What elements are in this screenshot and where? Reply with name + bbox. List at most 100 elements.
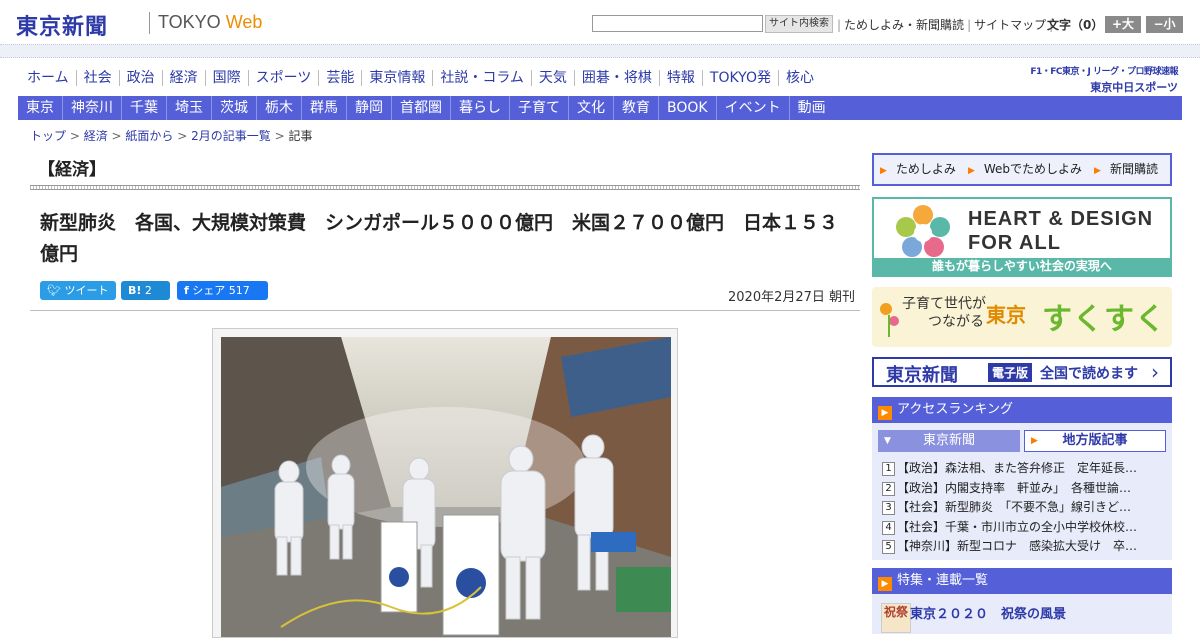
subnav-item[interactable]: 首都圏 [391, 96, 450, 120]
subnav-item[interactable]: 子育て [509, 96, 568, 120]
search-button[interactable]: サイト内検索 [765, 15, 833, 33]
features-header: ▶ 特集・連載一覧 [872, 568, 1172, 594]
subnav-item[interactable]: 教育 [613, 96, 658, 120]
nav-item[interactable]: スポーツ [247, 70, 319, 86]
ranking-tab-local[interactable]: ▶ 地方版記事 [1024, 430, 1166, 452]
rank-number: 2 [882, 481, 895, 496]
heart-design-subtitle: 誰もが暮らしやすい社会の実現へ [874, 258, 1170, 275]
facebook-share-button[interactable]: f シェア 517 [177, 281, 268, 300]
web-trial-link[interactable]: ▶ Webでためしよみ [968, 155, 1094, 186]
subnav-item[interactable]: 東京 [18, 96, 62, 120]
article-photo-frame [212, 328, 678, 638]
breadcrumb-link[interactable]: 2月の記事一覧 [191, 129, 271, 143]
digital-edition-logo: 東京新聞 [886, 365, 958, 386]
article-date: 2020年2月27日 朝刊 [728, 290, 856, 305]
nav-item[interactable]: 政治 [118, 70, 162, 86]
sports-tagline: F1・FC東京・J リーグ・プロ野球速報 [1030, 67, 1178, 77]
nav-item[interactable]: 囲碁・将棋 [573, 70, 659, 86]
nav-item[interactable]: 核心 [777, 70, 821, 86]
tokyo-web-logo[interactable]: TOKYO Web [158, 12, 262, 33]
font-bigger-button[interactable]: +大 [1105, 16, 1141, 33]
subnav-item[interactable]: BOOK [658, 96, 716, 120]
nav-item[interactable]: ホーム [18, 70, 76, 86]
trial-subscribe-link[interactable]: ためしよみ・新聞購読 [844, 16, 964, 33]
subnav-item[interactable]: 神奈川 [62, 96, 121, 120]
breadcrumb-current: 記事 [288, 129, 313, 143]
triangle-right-icon: ▶ [1094, 166, 1101, 176]
chunichi-sports-link[interactable]: F1・FC東京・J リーグ・プロ野球速報 東京中日スポーツ [1022, 64, 1178, 95]
flower-icon [880, 303, 899, 337]
feature-thumbnail[interactable]: 祝祭 [881, 603, 911, 633]
nav-item[interactable]: 東京情報 [361, 70, 432, 86]
subscribe-link[interactable]: ▶ 新聞購読 [1094, 155, 1170, 186]
triangle-right-icon: ▶ [878, 577, 892, 591]
nav-item[interactable]: TOKYO発 [701, 70, 778, 86]
ranking-list: 1 【政治】森法相、また答弁修正 定年延長… 2 【政治】内閣支持率 軒並み」 各種… [882, 459, 1166, 557]
rank-number: 1 [882, 462, 895, 476]
nav-item[interactable]: 特報 [658, 70, 702, 86]
nav-item[interactable]: 天気 [530, 70, 574, 86]
site-logo[interactable]: 東京新聞 [16, 9, 108, 41]
subnav-item[interactable]: 動画 [788, 96, 834, 120]
digital-edition-banner[interactable]: 東京新聞 電子版 全国で読めます › [872, 357, 1172, 387]
heart-design-banner[interactable]: HEART & DESIGN FOR ALL 誰もが暮らしやすい社会の実現へ [872, 197, 1172, 277]
logo-divider [149, 12, 150, 34]
ranking-item[interactable]: 5 【神奈川】新型コロナ 感染拡大受け 卒… [882, 537, 1166, 557]
feature-link[interactable]: 東京２０２０ 祝祭の風景 [910, 603, 1066, 622]
sukusuku-tokyo: 東京 [986, 303, 1026, 327]
font-smaller-button[interactable]: −小 [1146, 16, 1183, 33]
site-header: 東京新聞 TOKYO Web サイト内検索 | ためしよみ・新聞購読 | サイトマップ… [0, 0, 1200, 44]
features-panel: 祝祭 東京２０２０ 祝祭の風景 [872, 594, 1172, 634]
chevron-right-icon: › [1151, 360, 1159, 384]
triangle-right-icon: ▶ [880, 166, 887, 176]
sitemap-link[interactable]: サイトマップ [974, 16, 1046, 33]
flower-logo-icon [896, 205, 950, 257]
breadcrumb-link[interactable]: トップ [30, 129, 66, 143]
digital-edition-text: 全国で読めます [1040, 366, 1138, 382]
sub-nav: 東京 神奈川 千葉 埼玉 茨城 栃木 群馬 静岡 首都圏 暮らし 子育て 文化 教育 BOOK イベント 動画 [18, 96, 1182, 120]
article-category: 【経済】 [38, 160, 106, 180]
subnav-item[interactable]: 静岡 [346, 96, 391, 120]
sukusuku-logo: すくすく [1042, 302, 1166, 337]
ranking-item[interactable]: 4 【社会】千葉・市川市立の全小中学校休校… [882, 518, 1166, 538]
ranking-item[interactable]: 2 【政治】内閣支持率 軒並み」 各種世論… [882, 479, 1166, 499]
subnav-item[interactable]: 群馬 [301, 96, 346, 120]
search-input[interactable] [592, 15, 763, 32]
category-divider [30, 185, 860, 190]
main-nav: ホーム 社会 政治 経済 国際 スポーツ 芸能 東京情報 社説・コラム 天気 囲碁・将棋 特報 TOKY… [18, 70, 821, 86]
nav-item[interactable]: 社説・コラム [432, 70, 531, 86]
hatena-count: 2 [144, 284, 152, 297]
tweet-button[interactable]: 🐦︎ ツイート [40, 281, 116, 300]
sukusuku-banner[interactable]: 子育て世代が つながる 東京 すくすく [872, 287, 1172, 347]
nav-item[interactable]: 社会 [75, 70, 119, 86]
ranking-item[interactable]: 1 【政治】森法相、また答弁修正 定年延長… [882, 459, 1166, 479]
subnav-item[interactable]: 文化 [568, 96, 613, 120]
subnav-item[interactable]: 埼玉 [166, 96, 211, 120]
article-divider [30, 310, 860, 311]
rank-number: 5 [882, 540, 895, 554]
subnav-item[interactable]: 暮らし [450, 96, 509, 120]
subnav-item[interactable]: 千葉 [121, 96, 166, 120]
nav-item[interactable]: 経済 [161, 70, 205, 86]
header-divider [0, 44, 1200, 58]
triangle-right-icon: ▶ [967, 166, 975, 176]
subnav-item[interactable]: 栃木 [256, 96, 301, 120]
hatena-bookmark-button[interactable]: B! 2 [121, 281, 170, 300]
breadcrumb: トップ > 経済 > 紙面から > 2月の記事一覧 > 記事 [30, 129, 313, 143]
hatena-icon: B! [128, 284, 142, 297]
rank-number: 3 [882, 501, 895, 515]
share-count: 517 [228, 284, 250, 297]
breadcrumb-link[interactable]: 紙面から [125, 129, 173, 143]
rank-number: 4 [882, 520, 895, 535]
trial-link[interactable]: ▶ ためしよみ [880, 155, 968, 186]
sukusuku-tagline: 子育て世代が つながる [902, 296, 986, 330]
subnav-item[interactable]: イベント [715, 96, 789, 120]
disinfection-scene-image [221, 337, 671, 637]
nav-item[interactable]: 芸能 [318, 70, 361, 86]
breadcrumb-link[interactable]: 経済 [84, 129, 108, 143]
ranking-tab-tokyo[interactable]: ▼ 東京新聞 [878, 430, 1020, 452]
subnav-item[interactable]: 茨城 [211, 96, 256, 120]
ranking-item[interactable]: 3 【社会】新型肺炎 「不要不急」線引きど… [882, 498, 1166, 518]
nav-item[interactable]: 国際 [204, 70, 248, 86]
article-photo [221, 337, 671, 637]
